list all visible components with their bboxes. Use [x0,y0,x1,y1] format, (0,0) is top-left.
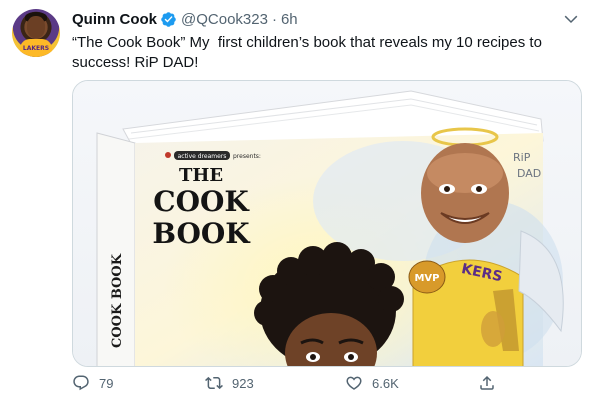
mvp-ball-text: MVP [414,273,439,284]
avatar-head [27,16,45,38]
like-action[interactable]: 6.6K [345,374,399,392]
dad-text: DAD [517,167,541,180]
author-handle[interactable]: @QCook323 [181,11,268,28]
share-action[interactable] [478,374,496,392]
tweet-text: “The Cook Book” My first children’s book… [72,34,547,71]
avatar-jersey-text: LAKERS [22,45,50,52]
tweet-header: Quinn Cook @QCook323 · 6h [72,9,298,29]
reply-icon [73,375,89,391]
more-options-chevron-icon[interactable] [562,10,580,28]
retweet-icon [205,376,223,390]
verified-badge-icon [161,11,176,27]
book-cover-illustration: MVP KERS RiP DAD active dreamers present… [73,81,581,366]
reply-action[interactable]: 79 [72,374,113,392]
share-icon [480,375,494,390]
book-title-line3: BOOK [152,217,251,250]
presents-text: presents: [233,153,261,160]
tweet-actions-bar: 79 923 6.6K [72,374,512,400]
reply-count: 79 [99,375,114,391]
publisher-text: active dreamers [178,153,227,160]
tweet-media-image[interactable]: MVP KERS RiP DAD active dreamers present… [72,80,582,367]
like-count: 6.6K [372,375,399,391]
book-title-line1: THE [179,165,223,186]
heart-icon [346,376,362,390]
book-title-line2: COOK [153,185,250,218]
header-separator: · [271,10,277,28]
tweet-timestamp[interactable]: 6h [281,11,298,28]
rip-text: RiP [513,151,531,164]
author-name[interactable]: Quinn Cook [72,11,157,28]
author-avatar[interactable]: LAKERS [12,9,60,57]
book-spine-text: COOK BOOK [110,253,125,348]
tweet-card[interactable]: LAKERS Quinn Cook @QCook323 · 6h “The Co… [0,0,594,406]
retweet-action[interactable]: 923 [205,374,254,392]
retweet-count: 923 [232,375,254,391]
